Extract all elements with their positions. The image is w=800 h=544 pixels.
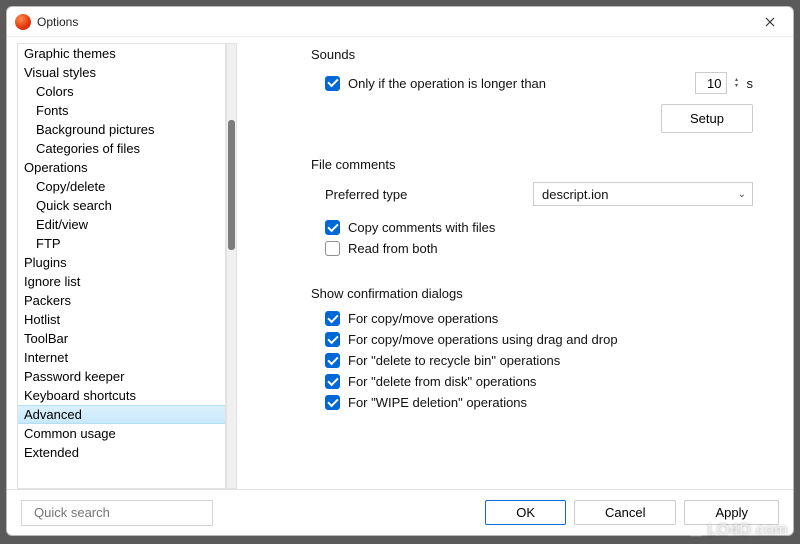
sidebar-item[interactable]: ToolBar: [18, 329, 225, 348]
sidebar-item[interactable]: Plugins: [18, 253, 225, 272]
footer: OK Cancel Apply: [7, 489, 793, 535]
sidebar-item[interactable]: Password keeper: [18, 367, 225, 386]
titlebar: Options: [7, 7, 793, 37]
options-window: Options Graphic themesVisual stylesColor…: [6, 6, 794, 536]
seconds-spinner[interactable]: ▴ ▾: [731, 77, 743, 89]
sidebar-item[interactable]: Background pictures: [18, 120, 225, 139]
cancel-button[interactable]: Cancel: [574, 500, 676, 525]
sidebar-item[interactable]: Keyboard shortcuts: [18, 386, 225, 405]
copy-comments-label: Copy comments with files: [348, 220, 495, 235]
seconds-input[interactable]: [695, 72, 727, 94]
spinner-down-icon: ▾: [731, 83, 743, 89]
sidebar-item[interactable]: Copy/delete: [18, 177, 225, 196]
sidebar-item[interactable]: Ignore list: [18, 272, 225, 291]
confirm-label: For "delete from disk" operations: [348, 374, 536, 389]
sidebar-item[interactable]: Common usage: [18, 424, 225, 443]
confirm-checkbox[interactable]: [325, 332, 340, 347]
only-if-longer-label: Only if the operation is longer than: [348, 76, 546, 91]
confirm-label: For "delete to recycle bin" operations: [348, 353, 560, 368]
sidebar-item[interactable]: FTP: [18, 234, 225, 253]
sidebar-item[interactable]: Internet: [18, 348, 225, 367]
sidebar-item[interactable]: Graphic themes: [18, 44, 225, 63]
sidebar-item[interactable]: Visual styles: [18, 63, 225, 82]
sidebar-item[interactable]: Extended: [18, 443, 225, 462]
confirm-row: For "delete to recycle bin" operations: [325, 353, 753, 368]
quick-search-wrap[interactable]: [21, 500, 213, 526]
app-icon: [15, 14, 31, 30]
sidebar-item[interactable]: Edit/view: [18, 215, 225, 234]
preferred-type-select[interactable]: descript.ion ⌄: [533, 182, 753, 206]
content-pane: Sounds Only if the operation is longer t…: [251, 43, 783, 489]
sidebar-item[interactable]: Hotlist: [18, 310, 225, 329]
confirm-label: For copy/move operations using drag and …: [348, 332, 618, 347]
confirm-label: For "WIPE deletion" operations: [348, 395, 527, 410]
confirm-checkbox[interactable]: [325, 311, 340, 326]
confirm-checkbox[interactable]: [325, 395, 340, 410]
confirm-row: For "delete from disk" operations: [325, 374, 753, 389]
setup-button[interactable]: Setup: [661, 104, 753, 133]
close-icon: [765, 17, 775, 27]
sounds-title: Sounds: [311, 47, 753, 62]
read-both-label: Read from both: [348, 241, 438, 256]
sidebar-item[interactable]: Fonts: [18, 101, 225, 120]
sidebar-item[interactable]: Advanced: [18, 405, 225, 424]
seconds-suffix: s: [747, 76, 754, 91]
close-button[interactable]: [749, 8, 791, 36]
confirm-row: For "WIPE deletion" operations: [325, 395, 753, 410]
sidebar-scrollbar[interactable]: [226, 43, 237, 489]
confirm-checkbox[interactable]: [325, 353, 340, 368]
confirm-label: For copy/move operations: [348, 311, 498, 326]
confirm-checkbox[interactable]: [325, 374, 340, 389]
ok-button[interactable]: OK: [485, 500, 566, 525]
category-tree[interactable]: Graphic themesVisual stylesColorsFontsBa…: [17, 43, 226, 489]
scrollbar-thumb[interactable]: [228, 120, 235, 250]
preferred-type-value: descript.ion: [542, 187, 608, 202]
chevron-down-icon: ⌄: [738, 189, 746, 200]
confirm-row: For copy/move operations using drag and …: [325, 332, 753, 347]
sidebar-item[interactable]: Quick search: [18, 196, 225, 215]
read-both-checkbox[interactable]: [325, 241, 340, 256]
only-if-longer-checkbox[interactable]: [325, 76, 340, 91]
confirm-title: Show confirmation dialogs: [311, 286, 753, 301]
sidebar-item[interactable]: Colors: [18, 82, 225, 101]
quick-search-input[interactable]: [34, 505, 210, 520]
confirm-row: For copy/move operations: [325, 311, 753, 326]
window-title: Options: [37, 15, 78, 29]
sidebar-item[interactable]: Packers: [18, 291, 225, 310]
sidebar-item[interactable]: Categories of files: [18, 139, 225, 158]
copy-comments-checkbox[interactable]: [325, 220, 340, 235]
preferred-type-label: Preferred type: [325, 187, 407, 202]
file-comments-title: File comments: [311, 157, 753, 172]
sidebar-item[interactable]: Operations: [18, 158, 225, 177]
apply-button[interactable]: Apply: [684, 500, 779, 525]
